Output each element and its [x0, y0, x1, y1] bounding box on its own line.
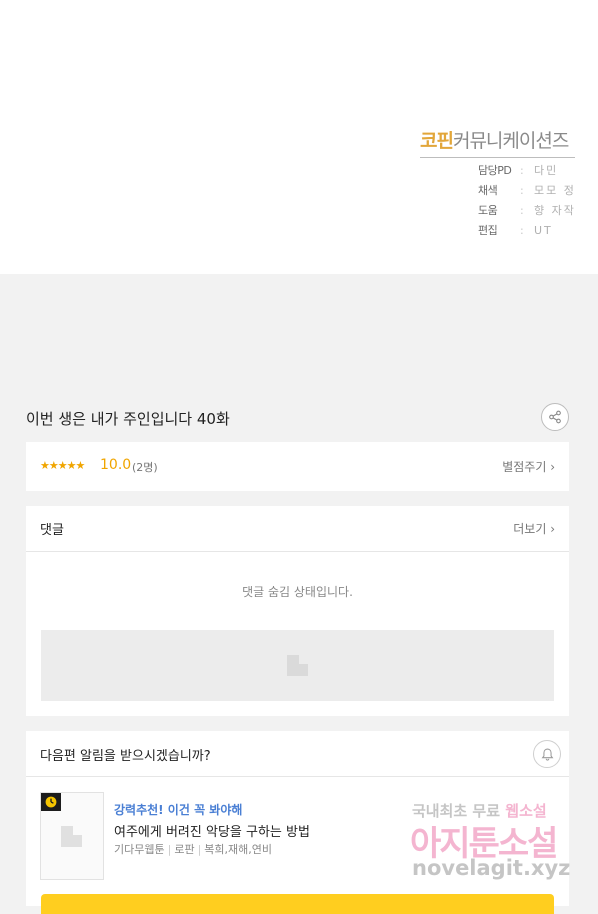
recommendation-tag: 강력추천! 이건 꼭 봐야해 [114, 803, 243, 817]
episode-title: 이번 생은 내가 주인입니다 40화 [26, 410, 230, 428]
credit-row: 담당PD : 다민 [478, 160, 588, 180]
bell-icon [541, 748, 553, 761]
wait-free-clock-icon [41, 793, 61, 811]
notify-title: 다음편 알림을 받으시겠습니까? [40, 749, 211, 764]
comment-title: 댓글 [40, 523, 64, 538]
comment-more-link[interactable]: 더보기 › [513, 520, 555, 537]
credit-row: 도움 : 향 자작 [478, 200, 588, 220]
rating-card: ★★★★★ 10.0 (2명) 별점주기 › [26, 442, 569, 491]
credits-list: 담당PD : 다민 채색 : 모모 정 도움 : 향 자작 편집 : UT [478, 160, 588, 240]
comment-section: 댓글 더보기 › 댓글 숨김 상태입니다. [26, 506, 569, 716]
credit-name: 향 자작 [534, 204, 576, 217]
credit-name: 모모 정 [534, 184, 576, 197]
image-placeholder-icon [287, 655, 308, 676]
recommendation-meta: 기다무웹툰 | 로판 | 복희,재해,연비 [114, 841, 272, 857]
notify-subscribe-button[interactable] [41, 894, 554, 914]
share-icon [549, 410, 561, 424]
ad-banner[interactable] [41, 630, 554, 701]
credit-separator: : [520, 223, 524, 237]
watermark-line3: novelagit.xyz [412, 856, 571, 880]
credit-role: 채색 [478, 184, 498, 197]
image-placeholder-icon [61, 826, 82, 847]
rate-button[interactable]: 별점주기 › [502, 458, 555, 475]
studio-logo: 코핀커뮤니케이션즈 [420, 126, 575, 158]
recommendation-title[interactable]: 여주에게 버려진 악당을 구하는 방법 [114, 821, 310, 840]
meta-divider: | [167, 843, 172, 856]
credit-separator: : [520, 203, 524, 217]
recommendation-genre: 로판 [174, 843, 195, 856]
credit-name: UT [534, 223, 553, 237]
recommendation-keywords: 복희,재해,연비 [204, 843, 273, 856]
share-button[interactable] [541, 403, 569, 431]
episode-end-credits: 코핀커뮤니케이션즈 담당PD : 다민 채색 : 모모 정 도움 : 향 자작 … [0, 0, 598, 274]
credit-role: 도움 [478, 204, 498, 217]
notify-bell-button[interactable] [533, 740, 561, 768]
studio-name-part1: 코핀 [420, 130, 454, 152]
credit-name: 다민 [534, 164, 559, 177]
notify-header: 다음편 알림을 받으시겠습니까? [26, 731, 569, 777]
recommendation-author: 기다무웹툰 [114, 843, 165, 856]
credit-role: 담당PD [478, 164, 512, 177]
rating-count: (2명) [132, 461, 158, 474]
watermark: 국내최초 무료 웹소설 아지툰소설 novelagit.xyz [410, 798, 590, 888]
rating-score: 10.0 [100, 457, 132, 473]
studio-underline [420, 157, 575, 158]
credit-separator: : [520, 163, 524, 177]
credit-row: 편집 : UT [478, 220, 588, 240]
rating-stars: ★★★★★ [40, 459, 85, 472]
credit-separator: : [520, 183, 524, 197]
meta-divider: | [197, 843, 202, 856]
credit-role: 편집 [478, 224, 498, 237]
studio-name-part2: 커뮤니케이션즈 [452, 130, 569, 152]
credit-row: 채색 : 모모 정 [478, 180, 588, 200]
comments-hidden-message: 댓글 숨김 상태입니다. [242, 585, 353, 599]
comment-header: 댓글 더보기 › [26, 506, 569, 552]
